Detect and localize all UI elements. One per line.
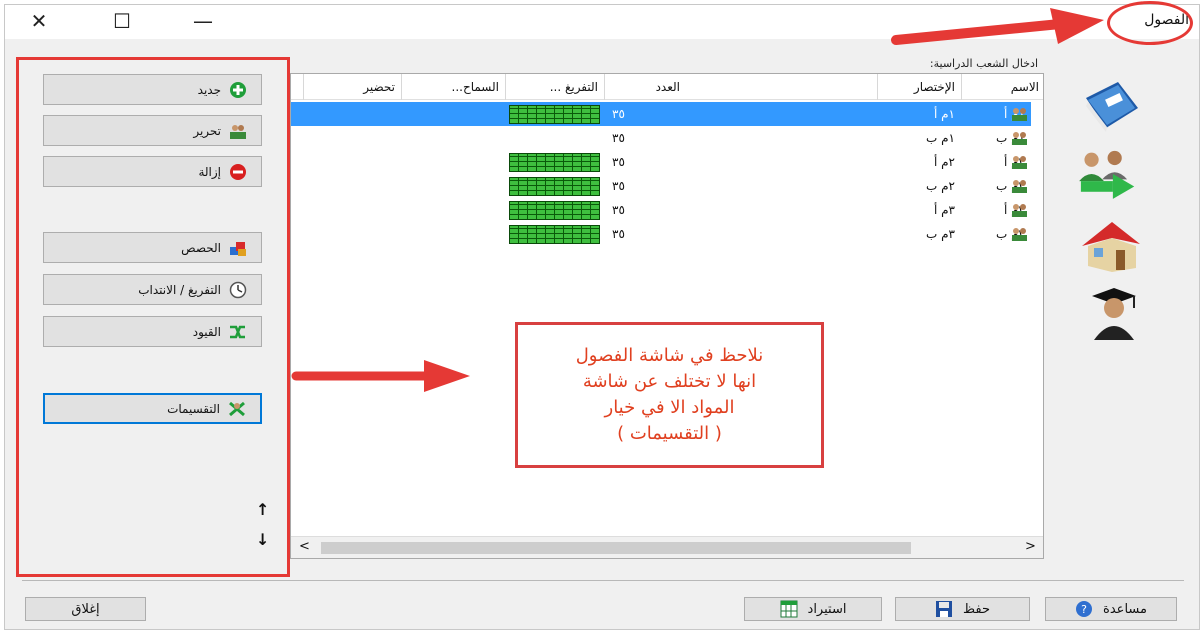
close-window-button[interactable]: ✕ — [24, 8, 54, 34]
row-count: ٣٥ — [612, 227, 625, 241]
row-abbreviation: ١م ب — [926, 131, 955, 145]
column-allow[interactable]: السماح... — [401, 74, 505, 100]
column-release[interactable]: التفريغ ... — [505, 74, 604, 100]
move-down-icon[interactable]: ↓ — [256, 530, 269, 549]
footer-divider — [22, 580, 1184, 581]
spreadsheet-icon — [780, 600, 798, 618]
grid-header: الاسم الإختصار العدد التفريغ ... السماح.… — [291, 74, 1043, 100]
students-transfer-icon[interactable] — [1072, 146, 1136, 202]
lessons-button[interactable]: الحصص — [43, 232, 262, 263]
save-button[interactable]: حفظ — [895, 597, 1030, 621]
plus-icon — [230, 81, 246, 98]
close-button[interactable]: إغلاق — [25, 597, 146, 621]
release-availability-bar — [509, 201, 600, 220]
annotation-note: نلاحظ في شاشة الفصول انها لا تختلف عن شا… — [515, 322, 824, 468]
group-icon — [1012, 204, 1027, 217]
constraints-button[interactable]: القيود — [43, 316, 262, 347]
graduate-icon[interactable] — [1080, 284, 1144, 340]
minimize-window-button[interactable]: — — [188, 8, 218, 34]
constraints-button-label: القيود — [192, 324, 221, 339]
release-availability-bar — [509, 153, 600, 172]
divisions-icon — [229, 401, 245, 416]
row-abbreviation: ٣م ب — [926, 227, 955, 241]
save-button-label: حفظ — [963, 601, 990, 617]
table-row[interactable]: ٣م ب ٣م ب ٣٥ — [291, 222, 1031, 246]
title-callout-arrow — [891, 8, 1104, 45]
maximize-window-button[interactable]: ☐ — [107, 8, 137, 34]
release-availability-bar — [509, 105, 600, 124]
table-row[interactable]: ٢م أ ٢م أ ٣٥ — [291, 150, 1031, 174]
help-button-label: مساعدة — [1103, 601, 1147, 617]
group-icon — [1012, 132, 1027, 145]
book-icon[interactable] — [1078, 78, 1142, 134]
section-subtitle: ادخال الشعب الدراسية: — [929, 57, 1038, 70]
column-prepare[interactable]: تحضير — [303, 74, 401, 100]
house-icon[interactable] — [1078, 218, 1142, 274]
import-button-label: استيراد — [807, 601, 847, 617]
release-availability-bar — [509, 225, 600, 244]
table-row[interactable]: ١م ب ١م ب ٣٥ — [291, 126, 1031, 150]
scroll-left-button[interactable]: < — [299, 539, 310, 554]
scrollbar-thumb[interactable] — [321, 542, 911, 554]
remove-button-label: إزالة — [198, 164, 221, 179]
group-icon — [230, 124, 246, 139]
release-assignment-button-label: التفريغ / الانتداب — [138, 282, 221, 297]
row-count: ٣٥ — [612, 179, 625, 193]
scroll-right-button[interactable]: > — [1025, 539, 1036, 554]
row-count: ٣٥ — [612, 107, 625, 121]
horizontal-scrollbar[interactable]: < > — [291, 536, 1043, 558]
move-up-icon[interactable]: ↑ — [256, 500, 269, 519]
edit-button-label: تحرير — [193, 123, 221, 138]
cubes-icon — [230, 241, 246, 256]
help-button[interactable]: مساعدة ? — [1045, 597, 1177, 621]
release-availability-bar — [509, 177, 600, 196]
title-highlight-circle — [1107, 1, 1193, 45]
group-icon — [1012, 108, 1027, 121]
floppy-disk-icon — [936, 601, 953, 617]
group-icon — [1012, 156, 1027, 169]
classes-grid[interactable]: الاسم الإختصار العدد التفريغ ... السماح.… — [290, 73, 1044, 559]
divisions-button[interactable]: التقسيمات — [43, 393, 262, 424]
column-count[interactable]: العدد — [604, 74, 686, 100]
group-icon — [1012, 180, 1027, 193]
annotation-line: انها لا تختلف عن شاشة — [582, 371, 757, 392]
row-count: ٣٥ — [612, 131, 625, 145]
import-button[interactable]: استيراد — [744, 597, 882, 621]
row-count: ٣٥ — [612, 203, 625, 217]
new-button[interactable]: جديد — [43, 74, 262, 105]
row-abbreviation: ١م أ — [933, 107, 955, 121]
edit-button[interactable]: تحرير — [43, 115, 262, 146]
lessons-button-label: الحصص — [181, 240, 221, 255]
column-name[interactable]: الاسم — [961, 74, 1043, 100]
table-row[interactable]: ١م أ ١م أ ٣٥ — [291, 102, 1031, 126]
row-count: ٣٥ — [612, 155, 625, 169]
row-abbreviation: ٢م أ — [933, 155, 955, 169]
close-button-label: إغلاق — [71, 601, 100, 617]
annotation-arrow — [291, 360, 470, 392]
group-icon — [1012, 228, 1027, 241]
release-assignment-button[interactable]: التفريغ / الانتداب — [43, 274, 262, 305]
svg-text:?: ? — [1081, 603, 1087, 616]
minus-icon — [230, 163, 246, 180]
divisions-button-label: التقسيمات — [167, 401, 220, 416]
row-abbreviation: ٣م أ — [933, 203, 955, 217]
column-abbreviation[interactable]: الإختصار — [877, 74, 961, 100]
table-row[interactable]: ٣م أ ٣م أ ٣٥ — [291, 198, 1031, 222]
remove-button[interactable]: إزالة — [43, 156, 262, 187]
table-row[interactable]: ٢م ب ٢م ب ٣٥ — [291, 174, 1031, 198]
clock-icon — [229, 281, 247, 298]
shuffle-icon — [230, 325, 245, 338]
annotation-line: نلاحظ في شاشة الفصول — [575, 345, 764, 366]
annotation-line: المواد الا في خيار — [604, 397, 735, 418]
help-icon: ? — [1076, 601, 1093, 617]
row-abbreviation: ٢م ب — [926, 179, 955, 193]
new-button-label: جديد — [197, 82, 221, 97]
annotation-line: ( التقسيمات ) — [617, 423, 722, 444]
